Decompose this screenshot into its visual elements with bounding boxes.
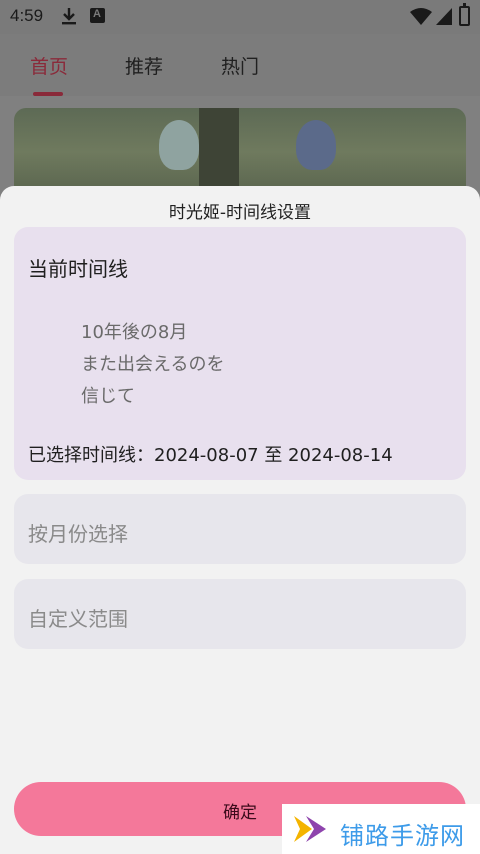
a-notification-icon <box>90 8 105 23</box>
signal-icon <box>436 8 452 25</box>
download-icon <box>62 8 76 25</box>
tab-recommend[interactable]: 推荐 <box>125 52 163 79</box>
top-tab-bar: 首页 推荐 热门 <box>0 34 480 96</box>
custom-range-option[interactable]: 自定义范围 <box>14 579 466 649</box>
selected-timeline-text: 已选择时间线：2024-08-07 至 2024-08-14 <box>28 445 393 466</box>
current-timeline-card: 当前时间线 10年後の8月 また出会えるのを 信じて 已选择时间线：2024-0… <box>14 227 466 480</box>
tab-hot[interactable]: 热门 <box>221 52 259 79</box>
wifi-icon <box>410 8 432 25</box>
watermark-logo-icon <box>294 816 326 842</box>
status-time: 4:59 <box>10 6 44 25</box>
current-timeline-heading: 当前时间线 <box>28 257 128 281</box>
banner-character-left <box>159 120 199 170</box>
tab-active-indicator <box>33 92 63 96</box>
watermark: 铺路手游网 <box>282 804 480 854</box>
quote-line: また出会えるのを <box>81 354 225 375</box>
select-by-month-label: 按月份选择 <box>28 522 128 546</box>
timeline-settings-sheet: 时光姬-时间线设置 当前时间线 10年後の8月 また出会えるのを 信じて 已选择… <box>0 186 480 854</box>
sheet-title: 时光姬-时间线设置 <box>168 203 312 223</box>
quote-line: 信じて <box>81 386 135 407</box>
quote-line: 10年後の8月 <box>81 322 188 343</box>
status-bar: 4:59 <box>0 0 480 34</box>
select-by-month-option[interactable]: 按月份选择 <box>14 494 466 564</box>
tab-home[interactable]: 首页 <box>30 52 68 79</box>
battery-icon <box>459 3 470 26</box>
banner-character-right <box>296 120 336 170</box>
watermark-text: 铺路手游网 <box>340 822 465 850</box>
custom-range-label: 自定义范围 <box>28 607 128 631</box>
